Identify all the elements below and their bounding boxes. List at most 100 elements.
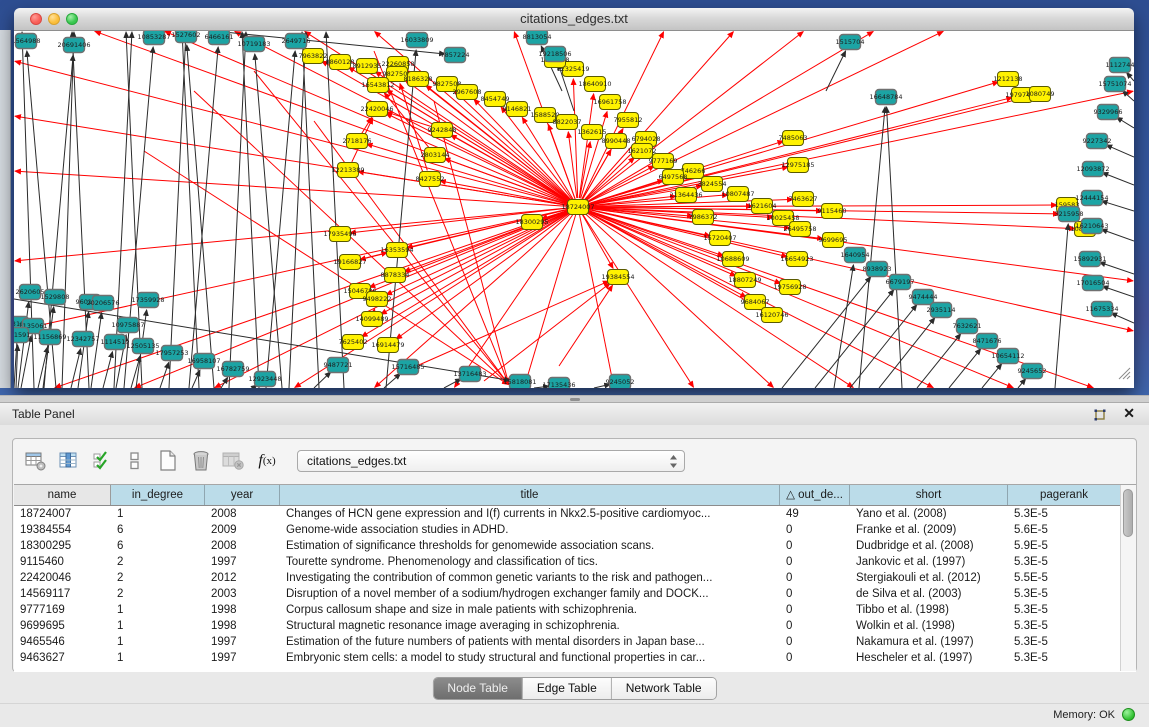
table-cell[interactable]: 0 xyxy=(780,554,850,570)
graph-node[interactable]: 10853287 xyxy=(137,31,170,45)
network-canvas[interactable]: 1872400779638228860128891293522260858982… xyxy=(14,31,1134,388)
graph-node[interactable]: 19756928 xyxy=(773,280,806,295)
table-cell[interactable]: 2 xyxy=(111,586,205,602)
table-cell[interactable]: 1997 xyxy=(205,554,280,570)
column-header-year[interactable]: year xyxy=(205,485,280,505)
graph-node[interactable]: 18640910 xyxy=(578,77,611,92)
delete-column-button[interactable] xyxy=(186,447,216,475)
graph-node[interactable]: 1212138 xyxy=(994,72,1023,87)
table-cell[interactable]: 0 xyxy=(780,522,850,538)
table-cell[interactable]: Tibbo et al. (1998) xyxy=(850,602,1008,618)
graph-node[interactable]: 10654112 xyxy=(991,349,1024,364)
graph-node[interactable]: 9245052 xyxy=(606,375,635,389)
table-row[interactable]: 969969511998Structural magnetic resonanc… xyxy=(14,618,1121,634)
graph-node[interactable]: 6497568 xyxy=(659,170,688,185)
close-panel-icon[interactable]: ✕ xyxy=(1123,405,1135,422)
table-cell[interactable]: Jankovic et al. (1997) xyxy=(850,554,1008,570)
graph-node[interactable]: 1112744 xyxy=(1106,58,1134,73)
table-cell[interactable]: 49 xyxy=(780,506,850,522)
graph-node[interactable]: 9699695 xyxy=(819,233,848,248)
graph-node[interactable]: 14099489 xyxy=(355,312,388,327)
network-select[interactable]: citations_edges.txt xyxy=(297,450,685,472)
table-cell[interactable]: 5.3E-5 xyxy=(1008,650,1121,666)
graph-node[interactable]: 8860128 xyxy=(326,55,355,70)
select-column-button[interactable] xyxy=(54,447,84,475)
graph-node[interactable]: 9242848 xyxy=(428,123,457,138)
graph-node[interactable]: 7963822 xyxy=(299,49,328,64)
table-row[interactable]: 1938455462009Genome-wide association stu… xyxy=(14,522,1121,538)
table-cell[interactable]: Stergiakouli et al. (2012) xyxy=(850,570,1008,586)
table-cell[interactable]: 9777169 xyxy=(14,602,111,618)
table-cell[interactable]: Franke et al. (2009) xyxy=(850,522,1008,538)
graph-node[interactable]: 17359928 xyxy=(131,293,164,308)
graph-node[interactable]: 1640954 xyxy=(841,248,870,263)
table-cell[interactable]: 2 xyxy=(111,570,205,586)
function-builder-button[interactable]: f(x) xyxy=(252,447,282,475)
graph-node[interactable]: 13716483 xyxy=(453,367,486,382)
graph-node[interactable]: 9115460 xyxy=(818,204,847,219)
table-row[interactable]: 911546021997Tourette syndrome. Phenomeno… xyxy=(14,554,1121,570)
table-cell[interactable]: 5.3E-5 xyxy=(1008,586,1121,602)
graph-node[interactable]: 7857224 xyxy=(441,48,470,63)
table-cell[interactable]: 6 xyxy=(111,522,205,538)
graph-node[interactable]: 9498222 xyxy=(363,292,392,307)
graph-node[interactable]: 12342757 xyxy=(66,332,99,347)
graph-node[interactable]: 12444154 xyxy=(1075,191,1108,206)
graph-node[interactable]: 15892931 xyxy=(1073,252,1106,267)
graph-node[interactable]: 9245652 xyxy=(1018,364,1047,379)
table-cell[interactable]: 9465546 xyxy=(14,634,111,650)
table-cell[interactable]: 22420046 xyxy=(14,570,111,586)
table-cell[interactable]: 14569117 xyxy=(14,586,111,602)
graph-node[interactable]: 16914479 xyxy=(371,338,404,353)
graph-node[interactable]: 16961758 xyxy=(593,95,626,110)
graph-node[interactable]: 10807487 xyxy=(721,187,754,202)
graph-node[interactable]: 1529808 xyxy=(41,290,70,305)
table-cell[interactable]: 18724007 xyxy=(14,506,111,522)
table-cell[interactable]: 5.3E-5 xyxy=(1008,634,1121,650)
table-cell[interactable]: 5.5E-5 xyxy=(1008,570,1121,586)
table-cell[interactable]: 5.3E-5 xyxy=(1008,602,1121,618)
table-cell[interactable]: 19384554 xyxy=(14,522,111,538)
table-cell[interactable]: Changes of HCN gene expression and I(f) … xyxy=(280,506,780,522)
graph-node[interactable]: 9329966 xyxy=(1094,105,1123,120)
graph-node[interactable]: 8878334 xyxy=(381,268,410,283)
table-cell[interactable]: 1 xyxy=(111,506,205,522)
graph-node[interactable]: 7625402 xyxy=(339,335,368,350)
table-settings-button[interactable] xyxy=(21,447,51,475)
table-cell[interactable]: 5.3E-5 xyxy=(1008,618,1121,634)
graph-node[interactable]: 17135436 xyxy=(542,378,575,389)
column-header-name[interactable]: name xyxy=(14,485,111,505)
graph-node[interactable]: 391591 xyxy=(14,328,30,343)
panel-splitter[interactable] xyxy=(0,395,1149,403)
table-row[interactable]: 1872400712008Changes of HCN gene express… xyxy=(14,506,1121,522)
table-row[interactable]: 1830029562008Estimation of significance … xyxy=(14,538,1121,554)
graph-node[interactable]: 19166827 xyxy=(333,255,366,270)
network-window-titlebar[interactable]: citations_edges.txt xyxy=(14,8,1134,31)
graph-node[interactable]: 7463627 xyxy=(789,192,818,207)
select-all-rows-button[interactable] xyxy=(87,447,117,475)
graph-node[interactable]: 12093872 xyxy=(1076,162,1109,177)
column-header-out_de[interactable]: △ out_de... xyxy=(780,485,850,505)
table-cell[interactable]: 2 xyxy=(111,554,205,570)
table-cell[interactable]: 5.9E-5 xyxy=(1008,538,1121,554)
graph-node[interactable]: 8186328 xyxy=(404,72,433,87)
table-cell[interactable]: 0 xyxy=(780,538,850,554)
graph-node[interactable]: 7485063 xyxy=(779,131,808,146)
table-cell[interactable]: Genome-wide association studies in ADHD. xyxy=(280,522,780,538)
graph-node[interactable]: 2935114 xyxy=(927,303,956,318)
citation-graph[interactable]: 1872400779638228860128891293522260858982… xyxy=(14,31,1134,388)
graph-node[interactable]: 12975185 xyxy=(781,158,814,173)
graph-node[interactable]: 8938923 xyxy=(863,262,892,277)
table-cell[interactable]: Tourette syndrome. Phenomenology and cla… xyxy=(280,554,780,570)
table-cell[interactable]: Estimation of the future numbers of pati… xyxy=(280,634,780,650)
graph-node[interactable]: 8912935 xyxy=(353,59,382,74)
graph-node[interactable]: 15751074 xyxy=(1098,77,1131,92)
table-cell[interactable]: 9115460 xyxy=(14,554,111,570)
tab-edge-table[interactable]: Edge Table xyxy=(522,678,611,699)
graph-node[interactable]: 7955812 xyxy=(614,113,643,128)
graph-node[interactable]: 6679197 xyxy=(886,275,915,290)
table-cell[interactable]: 0 xyxy=(780,650,850,666)
graph-node[interactable]: 1621604 xyxy=(748,199,777,214)
graph-node[interactable]: 16648784 xyxy=(869,90,902,105)
table-cell[interactable]: 5.3E-5 xyxy=(1008,554,1121,570)
